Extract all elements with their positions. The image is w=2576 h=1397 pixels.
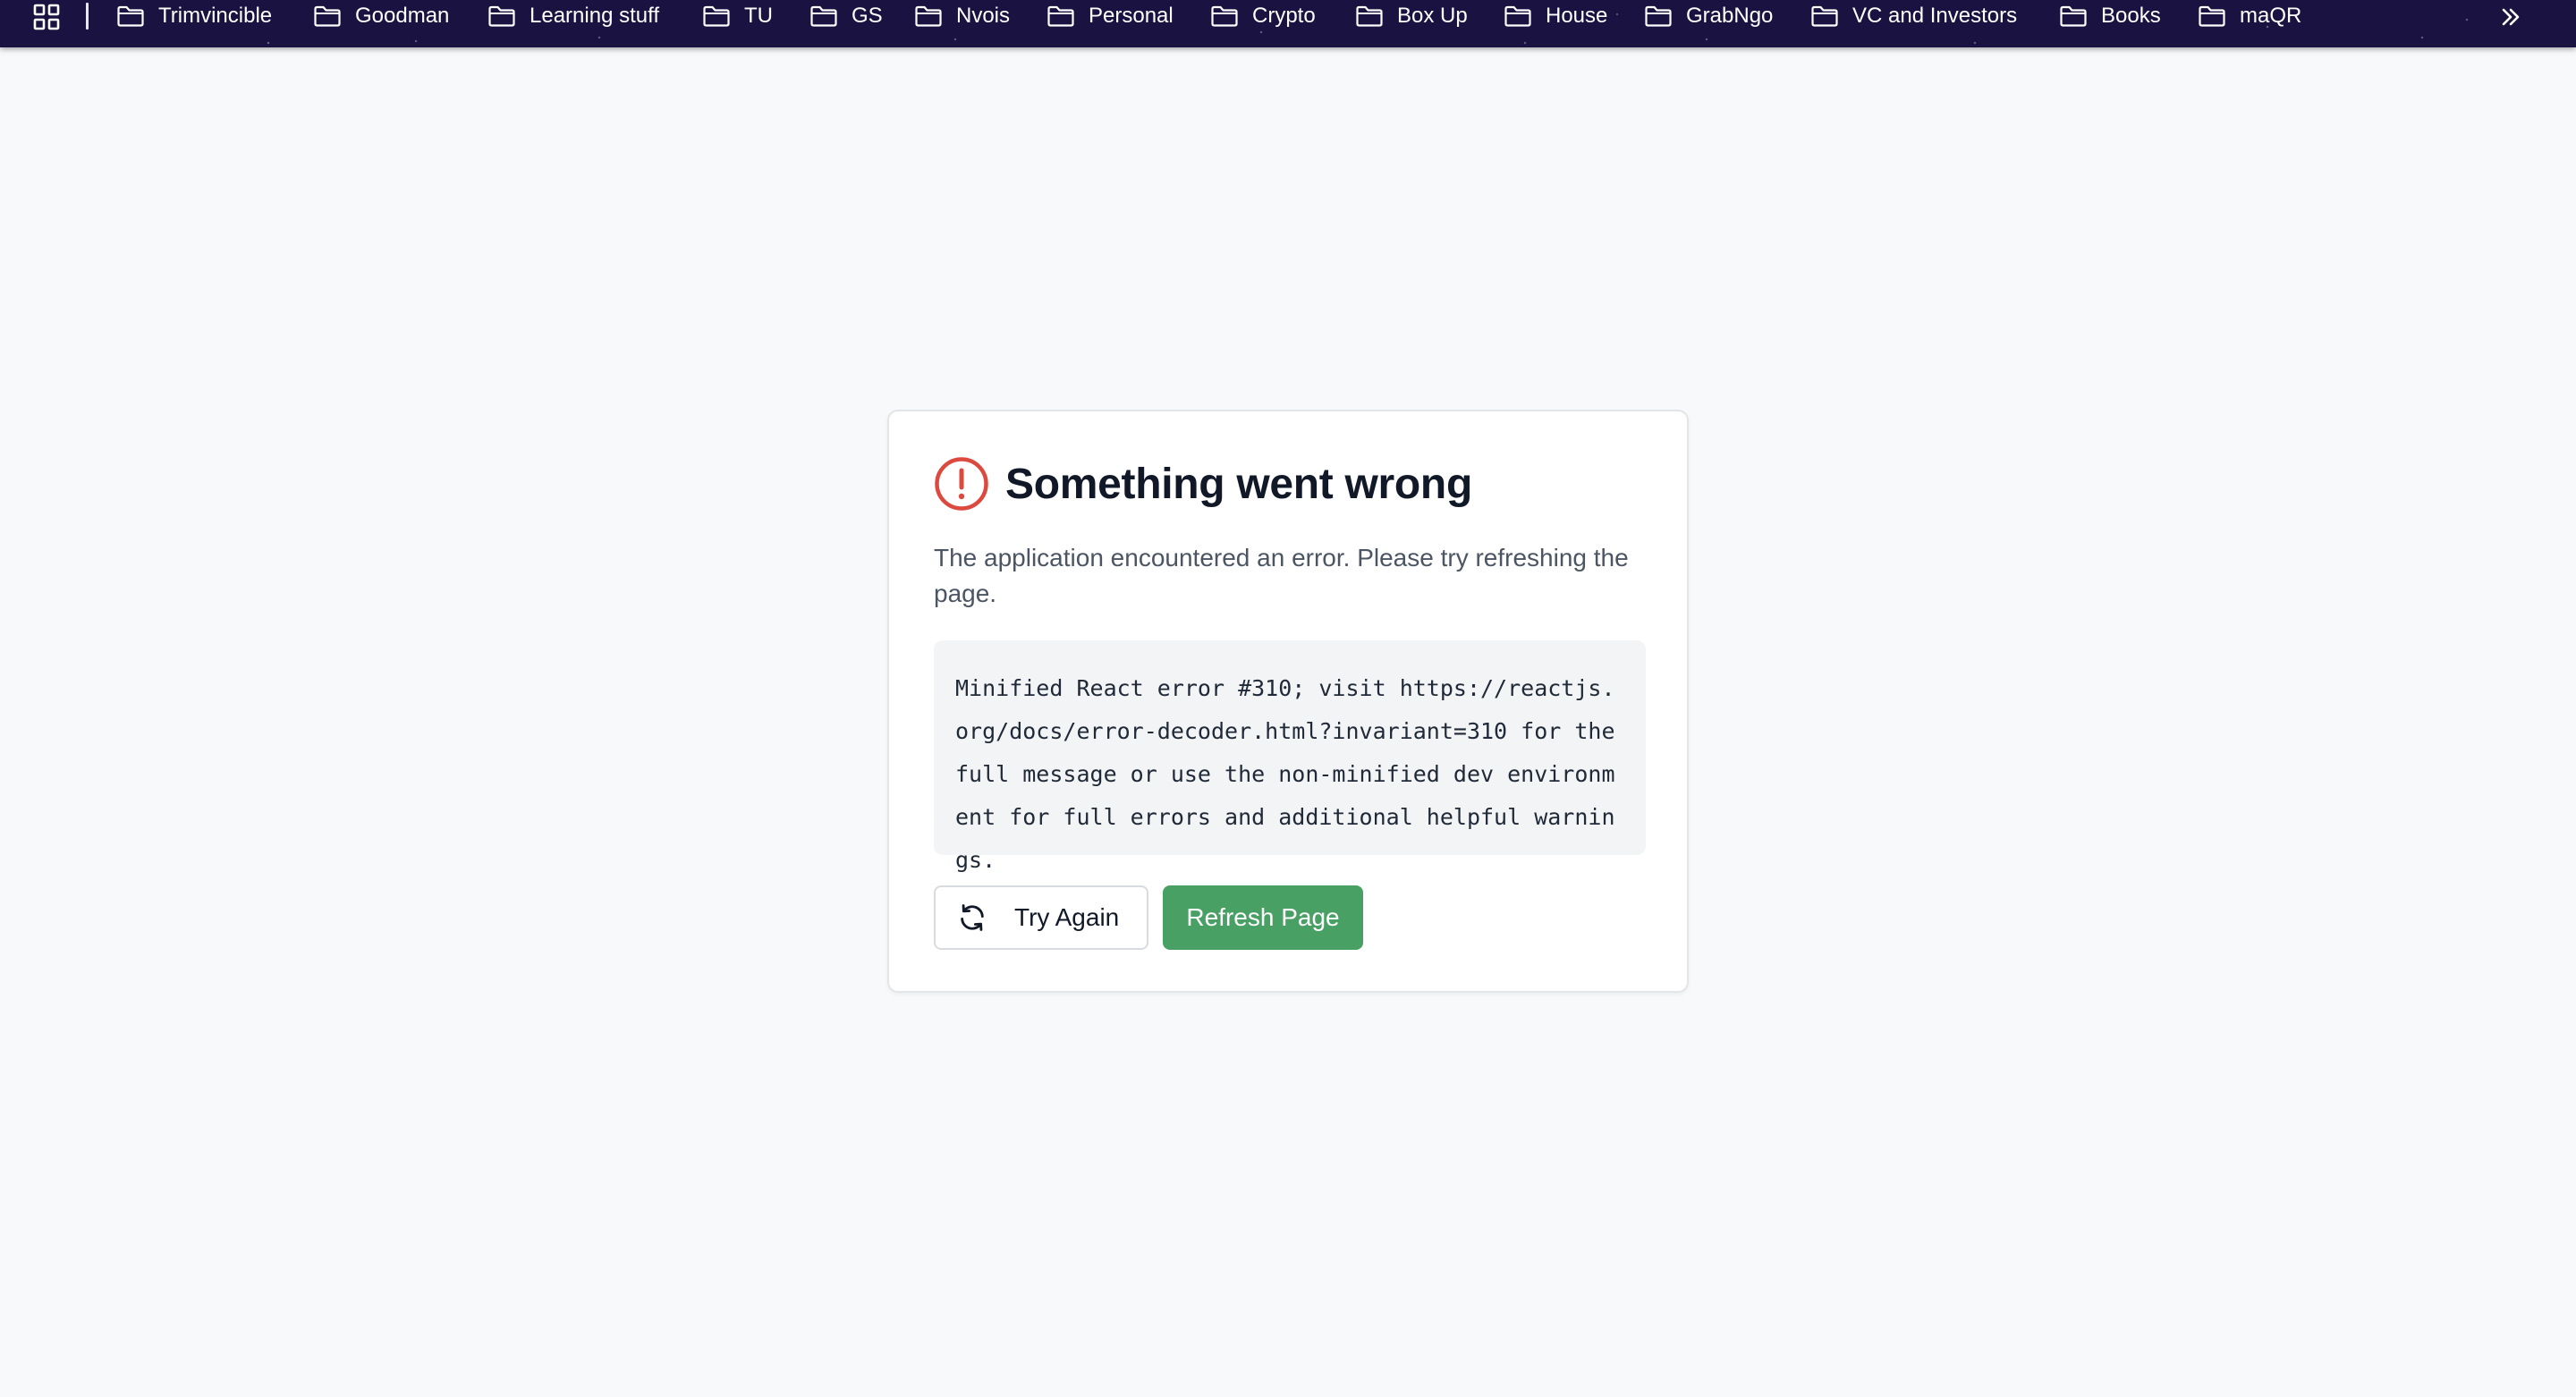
- folder-icon: [488, 5, 515, 27]
- error-message: The application encountered an error. Pl…: [934, 544, 1629, 607]
- bookmark-folder[interactable]: Books: [2059, 0, 2161, 32]
- folder-icon: [2060, 5, 2087, 27]
- folder-icon: [1047, 5, 1074, 27]
- chevron-double-right-icon[interactable]: [2497, 4, 2524, 30]
- error-title: Something went wrong: [1005, 460, 1472, 508]
- folder-icon: [1504, 5, 1531, 27]
- bookmark-label: VC and Investors: [1852, 4, 2018, 28]
- refresh-page-label: Refresh Page: [1186, 903, 1340, 931]
- error-details-text: Minified React error #310; visit https:/…: [955, 675, 1629, 873]
- folder-icon: [915, 5, 942, 27]
- bookmarks-divider: [86, 3, 89, 30]
- bookmark-folder[interactable]: Trimvincible: [116, 0, 272, 32]
- bookmark-folder[interactable]: Box Up: [1355, 0, 1468, 32]
- bookmark-label: TU: [744, 4, 773, 28]
- folder-icon: [703, 5, 730, 27]
- error-card: Something went wrong The application enc…: [887, 410, 1689, 993]
- folder-icon: [117, 5, 144, 27]
- folder-icon: [810, 5, 837, 27]
- folder-icon: [2199, 5, 2225, 27]
- bookmark-label: Trimvincible: [158, 4, 273, 28]
- bookmark-label: Personal: [1089, 4, 1174, 28]
- bookmark-label: GrabNgo: [1686, 4, 1774, 28]
- bookmark-folder[interactable]: Nvois: [914, 0, 1010, 32]
- bookmark-folder[interactable]: Personal: [1046, 0, 1174, 32]
- bookmark-label: Box Up: [1397, 4, 1468, 28]
- bookmark-folder[interactable]: Learning stuff: [487, 0, 659, 32]
- bookmark-folder[interactable]: TU: [702, 0, 773, 32]
- try-again-label: Try Again: [1014, 903, 1120, 931]
- bookmark-folder[interactable]: VC and Investors: [1810, 0, 2017, 32]
- bookmark-label: Nvois: [956, 4, 1011, 28]
- folder-icon: [1645, 5, 1672, 27]
- bookmark-folder[interactable]: Goodman: [313, 0, 449, 32]
- alert-circle-icon: [935, 457, 988, 511]
- bookmark-folder[interactable]: House: [1504, 0, 1607, 32]
- bookmark-folder[interactable]: maQR: [2198, 0, 2301, 32]
- folder-icon: [1211, 5, 1238, 27]
- bookmarks-bar: Trimvincible Goodman Learning stuff TU GS Nvo…: [0, 0, 2576, 47]
- bookmark-label: maQR: [2240, 4, 2302, 28]
- apps-grid-icon[interactable]: [32, 4, 61, 30]
- error-header: Something went wrong: [934, 456, 1472, 512]
- bookmark-label: GS: [852, 4, 883, 28]
- bookmark-label: Crypto: [1252, 4, 1316, 28]
- folder-icon: [314, 5, 341, 27]
- error-details-box: Minified React error #310; visit https:/…: [934, 640, 1646, 873]
- try-again-button[interactable]: Try Again: [934, 885, 1148, 950]
- refresh-page-button[interactable]: Refresh Page: [1163, 885, 1363, 950]
- bookmark-folder[interactable]: Crypto: [1210, 0, 1316, 32]
- bookmark-label: Learning stuff: [530, 4, 659, 28]
- bookmark-folder[interactable]: GS: [809, 0, 883, 32]
- folder-icon: [1811, 5, 1838, 27]
- bookmark-label: House: [1546, 4, 1608, 28]
- refresh-icon: [961, 904, 984, 931]
- bookmark-label: Books: [2101, 4, 2161, 28]
- folder-icon: [1356, 5, 1383, 27]
- bookmark-label: Goodman: [355, 4, 450, 28]
- bookmark-folder[interactable]: GrabNgo: [1644, 0, 1773, 32]
